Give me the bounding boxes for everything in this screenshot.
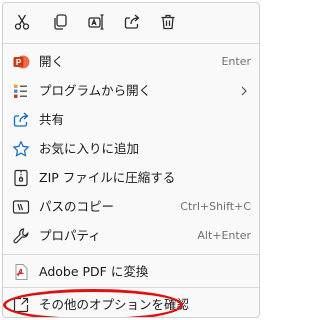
menu-item-convert-adobe-pdf[interactable]: Adobe PDF に変換 <box>3 258 259 286</box>
menu-item-open-with[interactable]: プログラムから開く <box>3 77 259 105</box>
context-menu: P 開く Enter プログラムから開く 共有 お気に入りに追加 ZIP ファイ… <box>2 2 260 318</box>
menu-divider <box>3 43 259 44</box>
menu-item-label: お気に入りに追加 <box>39 141 140 156</box>
cut-button[interactable] <box>9 9 35 35</box>
menu-item-label: 共有 <box>39 112 65 127</box>
share-icon <box>124 14 140 29</box>
svg-text:P: P <box>16 58 22 67</box>
menu-item-label: プログラムから開く <box>39 83 152 98</box>
powerpoint-icon: P <box>12 53 30 71</box>
menu-item-shortcut: Alt+Enter <box>197 229 251 242</box>
menu-item-open[interactable]: P 開く Enter <box>3 48 259 76</box>
menu-item-label: その他のオプションを確認 <box>39 297 190 312</box>
menu-item-compress-zip[interactable]: ZIP ファイルに圧縮する <box>3 164 259 192</box>
menu-divider <box>3 254 259 255</box>
menu-item-share[interactable]: 共有 <box>3 106 259 134</box>
delete-icon <box>161 14 175 30</box>
menu-item-properties[interactable]: プロパティ Alt+Enter <box>3 222 259 250</box>
zip-icon <box>12 169 30 187</box>
menu-item-show-more-options[interactable]: その他のオプションを確認 <box>3 291 259 317</box>
wrench-icon <box>12 227 30 245</box>
context-menu-toolbar <box>3 3 259 41</box>
menu-item-shortcut: Ctrl+Shift+C <box>180 200 251 213</box>
share-button[interactable] <box>119 9 145 35</box>
menu-item-add-favorite[interactable]: お気に入りに追加 <box>3 135 259 163</box>
menu-item-label: 開く <box>39 54 65 69</box>
menu-item-shortcut: Enter <box>221 55 251 68</box>
menu-divider <box>3 287 259 288</box>
rename-button[interactable] <box>83 9 109 35</box>
copy-button[interactable] <box>47 9 73 35</box>
menu-item-copy-path[interactable]: パスのコピー Ctrl+Shift+C <box>3 193 259 221</box>
menu-item-label: パスのコピー <box>39 199 115 214</box>
delete-button[interactable] <box>155 9 181 35</box>
share-icon <box>12 111 30 129</box>
chevron-right-icon <box>241 86 247 96</box>
copy-path-icon <box>12 198 30 216</box>
menu-item-label: ZIP ファイルに圧縮する <box>39 170 176 185</box>
rename-icon <box>88 14 104 30</box>
cut-icon <box>14 14 30 30</box>
copy-icon <box>54 14 67 30</box>
more-options-icon <box>12 296 30 314</box>
menu-item-label: Adobe PDF に変換 <box>39 264 149 279</box>
open-with-icon <box>12 82 30 100</box>
star-icon <box>12 140 30 158</box>
adobe-pdf-icon <box>12 263 30 281</box>
menu-item-label: プロパティ <box>39 228 101 243</box>
